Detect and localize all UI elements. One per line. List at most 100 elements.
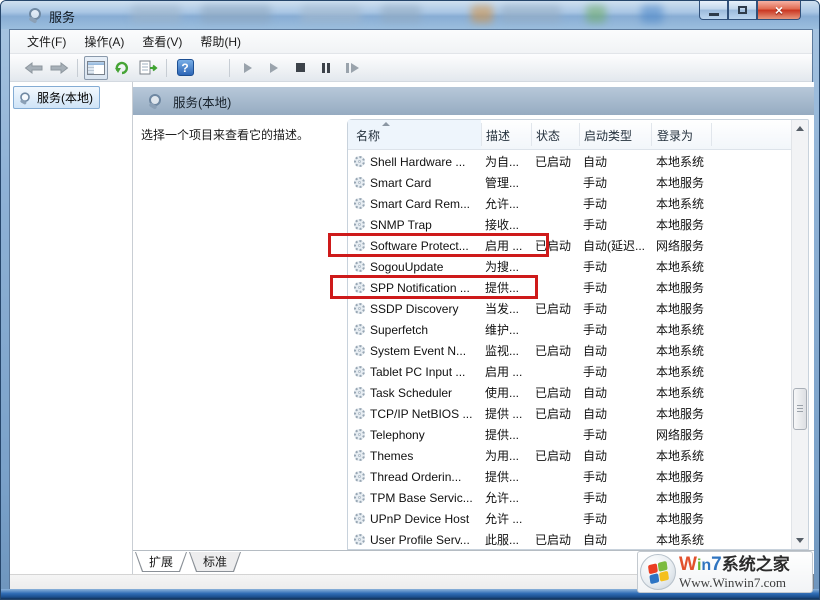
service-name: Tablet PC Input ... (370, 365, 465, 379)
minimize-button[interactable] (699, 1, 728, 20)
service-logon-as: 本地服务 (656, 300, 792, 317)
menu-help[interactable]: 帮助(H) (191, 30, 250, 53)
tab-extended[interactable]: 扩展 (135, 552, 187, 572)
help-button[interactable]: ? (173, 56, 197, 80)
pause-icon (322, 63, 330, 73)
table-row[interactable]: Themes 为用... 已启动 自动 本地系统 (348, 445, 792, 466)
service-gear-icon (354, 198, 365, 209)
table-row[interactable]: SNMP Trap 接收... 手动 本地服务 (348, 214, 792, 235)
column-header-startup[interactable]: 启动类型 (584, 127, 632, 144)
table-row[interactable]: System Event N... 监视... 已启动 自动 本地系统 (348, 340, 792, 361)
table-row[interactable]: Software Protect... 启用 ... 已启动 自动(延迟... … (348, 235, 792, 256)
column-separator[interactable] (579, 123, 580, 146)
close-icon: × (775, 3, 783, 17)
service-logon-as: 本地系统 (656, 153, 792, 170)
resume-service-button[interactable] (262, 56, 286, 80)
table-row[interactable]: Thread Orderin... 提供... 手动 本地服务 (348, 466, 792, 487)
service-gear-icon (354, 324, 365, 335)
service-logon-as: 本地系统 (656, 258, 792, 275)
close-button[interactable]: × (757, 1, 801, 20)
table-row[interactable]: Smart Card Rem... 允许... 手动 本地系统 (348, 193, 792, 214)
stop-service-button[interactable] (288, 56, 312, 80)
console-tree-icon (87, 61, 105, 75)
stop-icon (296, 63, 305, 72)
table-row[interactable]: Telephony 提供... 手动 网络服务 (348, 424, 792, 445)
table-row[interactable]: Smart Card 管理... 手动 本地服务 (348, 172, 792, 193)
start-service-button[interactable] (236, 56, 260, 80)
maximize-button[interactable] (728, 1, 757, 20)
table-row[interactable]: Task Scheduler 使用... 已启动 自动 本地系统 (348, 382, 792, 403)
show-console-tree-button[interactable] (84, 56, 108, 80)
service-logon-as: 本地服务 (656, 489, 792, 506)
table-row[interactable]: SPP Notification ... 提供... 手动 本地服务 (348, 277, 792, 298)
service-logon-as: 本地服务 (656, 405, 792, 422)
titlebar[interactable]: 服务 × (1, 1, 820, 29)
pane-title: 服务(本地) (173, 92, 231, 111)
menu-view[interactable]: 查看(V) (133, 30, 191, 53)
service-status: 已启动 (535, 153, 583, 170)
arrow-up-icon (796, 126, 804, 131)
restart-service-button[interactable] (340, 56, 364, 80)
service-startup-type: 手动 (583, 195, 656, 212)
service-name: SNMP Trap (370, 218, 432, 232)
services-list: 名称 描述 状态 启动类型 登录为 Shell Hardware ... 为自.… (347, 119, 809, 550)
column-header-desc[interactable]: 描述 (486, 127, 510, 144)
export-list-button[interactable] (136, 56, 160, 80)
service-status: 已启动 (535, 384, 583, 401)
show-action-pane-button[interactable] (199, 56, 223, 80)
column-separator[interactable] (651, 123, 652, 146)
menu-file[interactable]: 文件(F) (18, 30, 75, 53)
column-header-logon[interactable]: 登录为 (657, 127, 693, 144)
column-separator[interactable] (711, 123, 712, 146)
column-separator[interactable] (531, 123, 532, 146)
table-row[interactable]: UPnP Device Host 允许 ... 手动 本地服务 (348, 508, 792, 529)
refresh-button[interactable] (110, 56, 134, 80)
scroll-up-button[interactable] (792, 120, 808, 137)
service-status: 已启动 (535, 447, 583, 464)
scroll-down-button[interactable] (792, 532, 808, 549)
service-gear-icon (354, 534, 365, 545)
table-row[interactable]: SSDP Discovery 当发... 已启动 手动 本地服务 (348, 298, 792, 319)
table-row[interactable]: Tablet PC Input ... 启用 ... 手动 本地系统 (348, 361, 792, 382)
service-description: 此服... (485, 531, 535, 548)
sort-asc-icon (382, 122, 390, 126)
table-row[interactable]: Superfetch 维护... 手动 本地系统 (348, 319, 792, 340)
toolbar-separator (229, 59, 230, 77)
taskbar-blur-decoration (301, 5, 361, 23)
watermark-brand: Win7系统之家 (679, 555, 790, 574)
table-row[interactable]: User Profile Serv... 此服... 已启动 自动 本地系统 (348, 529, 792, 550)
taskbar-blur-decoration (131, 5, 181, 23)
column-header-name[interactable]: 名称 (356, 127, 380, 144)
table-row[interactable]: TCP/IP NetBIOS ... 提供 ... 已启动 自动 本地服务 (348, 403, 792, 424)
back-button[interactable] (21, 56, 45, 80)
service-description: 为自... (485, 153, 535, 170)
column-header-status[interactable]: 状态 (536, 127, 560, 144)
service-description: 允许... (485, 489, 535, 506)
service-startup-type: 手动 (583, 510, 656, 527)
service-description: 使用... (485, 384, 535, 401)
scrollbar-thumb[interactable] (793, 388, 807, 430)
description-hint: 选择一个项目来查看它的描述。 (141, 126, 309, 143)
table-row[interactable]: SogouUpdate 为搜... 手动 本地系统 (348, 256, 792, 277)
service-startup-type: 自动 (583, 153, 656, 170)
service-gear-icon (354, 219, 365, 230)
column-separator[interactable] (481, 123, 482, 146)
pause-service-button[interactable] (314, 56, 338, 80)
service-description: 提供 ... (485, 405, 535, 422)
service-description: 接收... (485, 216, 535, 233)
table-row[interactable]: TPM Base Servic... 允许... 手动 本地服务 (348, 487, 792, 508)
services-window: 服务 × 文件(F) 操作(A) 查看(V) 帮助(H) (0, 0, 820, 600)
export-list-icon (139, 60, 158, 76)
play-icon (270, 63, 278, 73)
window-title: 服务 (49, 7, 75, 26)
play-icon (244, 63, 252, 73)
tab-standard[interactable]: 标准 (189, 552, 241, 572)
table-row[interactable]: Shell Hardware ... 为自... 已启动 自动 本地系统 (348, 151, 792, 172)
service-name: SogouUpdate (370, 260, 443, 274)
vertical-scrollbar[interactable] (791, 120, 808, 549)
menu-action[interactable]: 操作(A) (75, 30, 133, 53)
services-icon (147, 93, 163, 109)
tree-item-services-local[interactable]: 服务(本地) (13, 86, 100, 109)
forward-button[interactable] (47, 56, 71, 80)
service-logon-as: 网络服务 (656, 237, 792, 254)
